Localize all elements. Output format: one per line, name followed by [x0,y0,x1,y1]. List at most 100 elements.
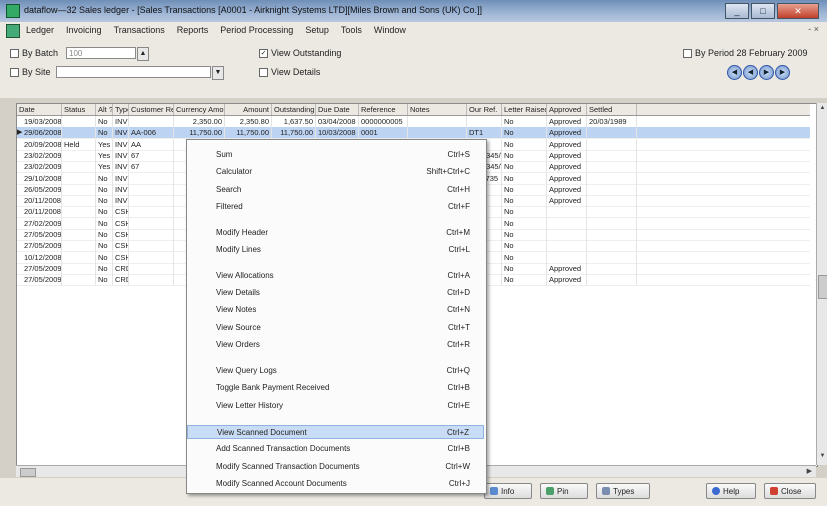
menu-window[interactable]: Window [374,25,406,35]
menu-item-label: View Allocations [216,271,274,280]
batch-spinner[interactable]: ▲ [137,47,149,61]
first-period-button[interactable]: ◀ [727,65,742,80]
table-cell [62,262,96,274]
menu-setup[interactable]: Setup [305,25,329,35]
menu-tools[interactable]: Tools [341,25,362,35]
column-header[interactable]: Settled [587,104,637,115]
close-button[interactable]: Close [764,483,816,499]
menu-item-view-orders[interactable]: View Orders Ctrl+R [187,338,484,352]
table-cell: CSH [113,251,129,263]
minimize-button[interactable]: _ [725,3,749,19]
table-cell: Yes [96,161,113,173]
table-cell: 26/05/2009 [24,183,62,195]
table-cell: No [502,206,547,218]
menu-item-shortcut: Ctrl+E [447,401,470,410]
table-row[interactable]: ▶ 29/06/2008 No INV AA-006 11,750.00 11,750.00… [17,127,810,140]
table-cell: No [502,149,547,161]
table-cell: CSH [113,217,129,229]
menu-invoicing[interactable]: Invoicing [66,25,102,35]
column-header[interactable]: Alt ? [96,104,113,115]
table-cell [62,127,96,139]
table-cell [62,274,96,286]
column-header[interactable]: Currency Amount [174,104,225,115]
menu-item-view-allocations[interactable]: View Allocations Ctrl+A [187,269,484,283]
table-cell [129,229,174,240]
horizontal-scroll-thumb[interactable] [20,468,36,477]
menu-item-search[interactable]: Search Ctrl+H [187,183,484,197]
menu-item-view-details[interactable]: View Details Ctrl+D [187,286,484,300]
mdi-controls[interactable]: - × [808,24,819,34]
table-cell: Approved [547,116,587,127]
table-cell: 29/06/2008 [24,127,62,139]
close-button-label: Close [781,486,802,496]
table-cell [587,172,637,184]
vertical-scroll-thumb[interactable] [818,275,827,299]
menu-transactions[interactable]: Transactions [114,25,165,35]
column-header[interactable]: Status [62,104,96,115]
table-cell [587,217,637,229]
menu-item-label: Search [216,185,242,194]
batch-input[interactable]: 100 [66,47,136,59]
table-cell [587,127,637,139]
by-site-checkbox[interactable]: By Site [10,67,51,77]
column-header[interactable]: Due Date [316,104,359,115]
pin-button[interactable]: Pin [540,483,588,499]
table-cell [62,229,96,240]
table-cell [547,217,587,229]
table-cell: AA-006 [129,127,174,139]
scroll-up-icon[interactable]: ▲ [818,105,827,115]
column-header[interactable]: Notes [408,104,467,115]
menu-item-modify-header[interactable]: Modify Header Ctrl+M [187,226,484,240]
menu-item-calculator[interactable]: Calculator Shift+Ctrl+C [187,165,484,179]
menu-reports[interactable]: Reports [177,25,209,35]
types-button[interactable]: Types [596,483,650,499]
menu-item-view-source[interactable]: View Source Ctrl+T [187,321,484,335]
menu-item-modify-scanned-transaction-documents[interactable]: Modify Scanned Transaction Documents Ctrl… [187,460,484,474]
menu-item-view-letter-history[interactable]: View Letter History Ctrl+E [187,399,484,413]
menu-item-modify-lines[interactable]: Modify Lines Ctrl+L [187,243,484,257]
menu-item-modify-scanned-account-documents[interactable]: Modify Scanned Account Documents Ctrl+J [187,477,484,491]
table-cell: No [502,240,547,252]
last-period-button[interactable]: ▶ [775,65,790,80]
menu-period-processing[interactable]: Period Processing [220,25,293,35]
by-period-checkbox[interactable]: By Period 28 February 2009 [683,48,808,58]
column-header[interactable]: Our Ref. [467,104,502,115]
menu-item-sum[interactable]: Sum Ctrl+S [187,148,484,162]
prev-period-button[interactable]: ◀ [743,65,758,80]
column-header[interactable]: Amount [225,104,272,115]
menu-item-view-notes[interactable]: View Notes Ctrl+N [187,303,484,317]
menu-item-add-scanned-transaction-documents[interactable]: Add Scanned Transaction Documents Ctrl+B [187,442,484,456]
table-cell [129,183,174,195]
view-details-checkbox[interactable]: View Details [259,67,320,77]
menu-item-view-scanned-document[interactable]: View Scanned Document Ctrl+Z [187,425,484,439]
site-dropdown-arrow[interactable]: ▼ [212,66,224,80]
by-batch-checkbox[interactable]: By Batch [10,48,58,58]
view-outstanding-checkbox[interactable]: ✓ View Outstanding [259,48,341,58]
column-header[interactable]: Date [17,104,62,115]
menu-ledger[interactable]: Ledger [26,25,54,35]
menu-item-toggle-bank-payment-received[interactable]: Toggle Bank Payment Received Ctrl+B [187,381,484,395]
column-header[interactable]: Customer Ref. [129,104,174,115]
column-header[interactable]: Type [113,104,129,115]
maximize-button[interactable]: □ [751,3,775,19]
menu-item-view-query-logs[interactable]: View Query Logs Ctrl+Q [187,364,484,378]
scroll-down-icon[interactable]: ▼ [818,453,827,463]
column-header[interactable]: Outstanding [272,104,316,115]
window-close-button[interactable]: ✕ [777,3,819,19]
menu-item-filtered[interactable]: Filtered Ctrl+F [187,200,484,214]
next-period-button[interactable]: ▶ [759,65,774,80]
table-cell: No [96,206,113,218]
column-header[interactable]: Reference [359,104,408,115]
help-button[interactable]: Help [706,483,756,499]
info-button[interactable]: Info [484,483,532,499]
scroll-right-icon[interactable]: ▶ [807,467,812,475]
column-header[interactable]: Letter Raised? [502,104,547,115]
vertical-scrollbar[interactable]: ▲ ▼ [816,103,827,465]
table-row[interactable]: 19/03/2008 No INV 2,350.00 2,350.80 1,637.50 0… [17,116,810,128]
site-select[interactable] [56,66,211,78]
menu-item-label: Modify Scanned Account Documents [216,479,347,488]
table-cell [129,206,174,218]
menu-item-shortcut: Ctrl+F [448,202,470,211]
column-header[interactable]: Approved [547,104,587,115]
table-cell: No [96,240,113,252]
